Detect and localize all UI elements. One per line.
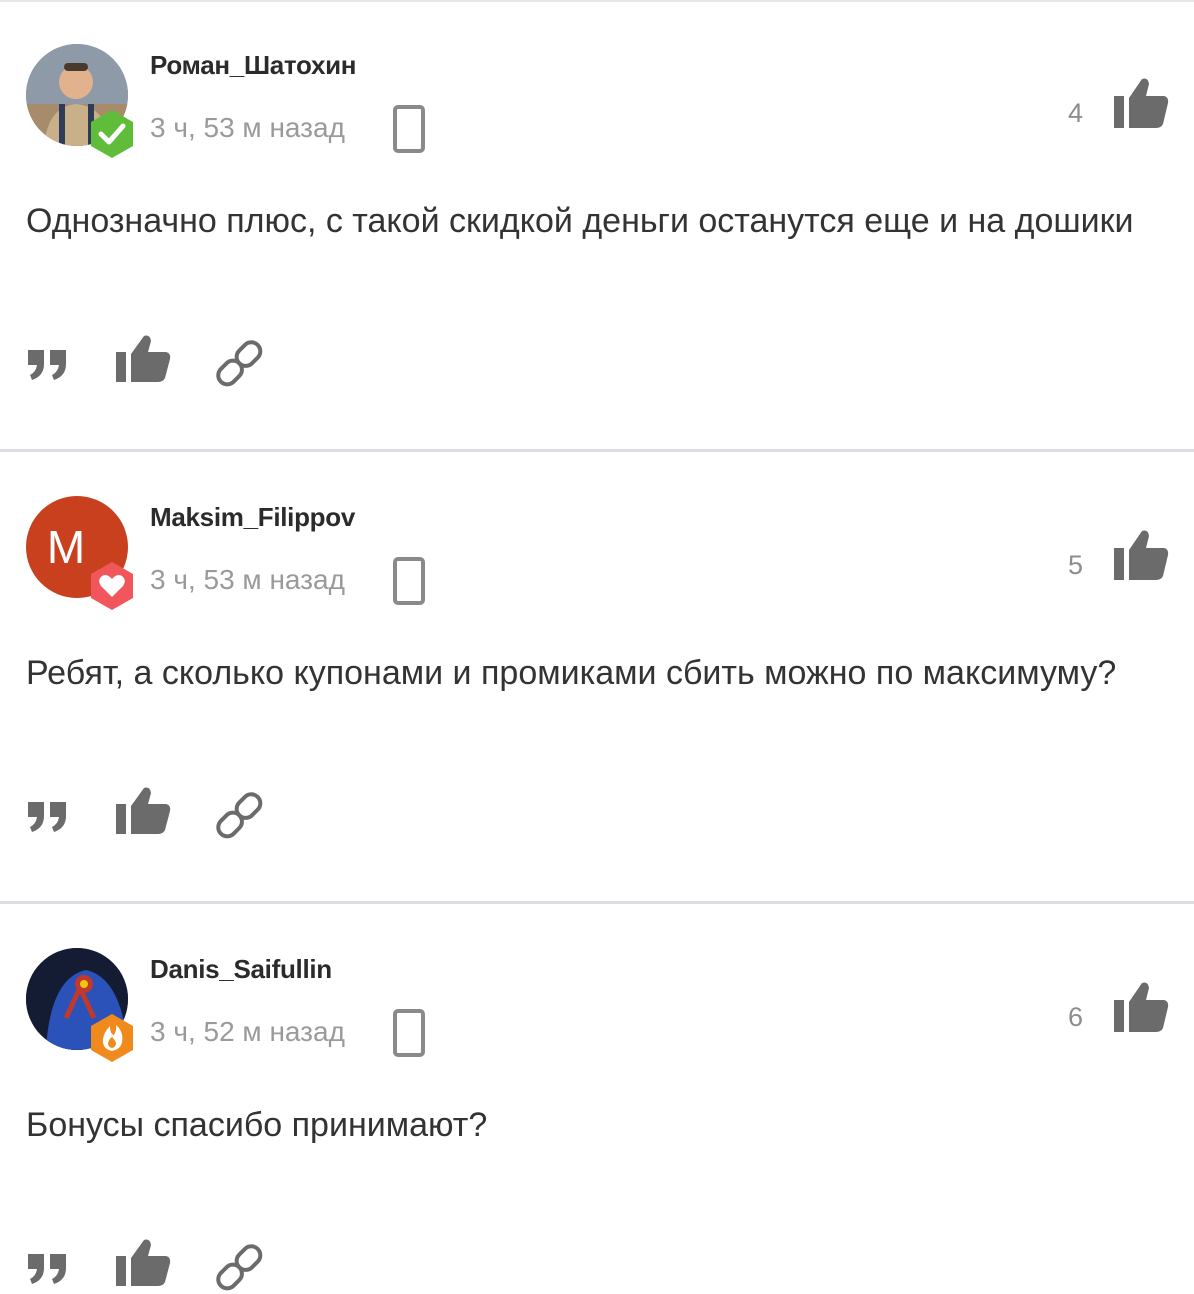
thumbs-up-icon[interactable]	[1112, 980, 1170, 1034]
comment-divider	[0, 901, 1194, 904]
comment-actions	[26, 1234, 326, 1294]
comment-actions	[26, 782, 326, 842]
thumbs-up-icon[interactable]	[1112, 528, 1170, 582]
fire-badge-icon	[91, 1014, 133, 1062]
comment-text: Однозначно плюс, с такой скидкой деньги …	[26, 202, 1134, 240]
comment-time: 3 ч, 52 м назад	[150, 1016, 345, 1047]
comment-time: 3 ч, 53 м назад	[150, 564, 345, 595]
author-name[interactable]: Роман_Шатохин	[150, 50, 357, 81]
mobile-device-icon	[393, 557, 425, 605]
thumbs-up-icon[interactable]	[1112, 76, 1170, 130]
heart-badge-icon	[91, 562, 133, 610]
mobile-device-icon	[393, 1009, 425, 1057]
quote-icon[interactable]	[26, 348, 70, 382]
top-divider	[0, 0, 1194, 2]
like-count: 4	[1068, 98, 1084, 128]
thumbs-up-icon[interactable]	[114, 334, 172, 384]
link-icon[interactable]	[216, 792, 264, 840]
like-count: 5	[1068, 550, 1084, 580]
link-icon[interactable]	[216, 340, 264, 388]
link-icon[interactable]	[216, 1244, 264, 1292]
mobile-device-icon	[393, 105, 425, 153]
thumbs-up-icon[interactable]	[114, 1238, 172, 1288]
comment-text: Бонусы спасибо принимают?	[26, 1106, 488, 1144]
comment-time: 3 ч, 53 м назад	[150, 112, 345, 143]
check-badge-icon	[91, 110, 133, 158]
comment-actions	[26, 330, 326, 390]
avatar-letter: M	[46, 521, 86, 573]
author-name[interactable]: Maksim_Filippov	[150, 502, 355, 533]
author-name[interactable]: Danis_Saifullin	[150, 954, 332, 985]
quote-icon[interactable]	[26, 800, 70, 834]
comment-text: Ребят, а сколько купонами и промиками сб…	[26, 654, 1117, 692]
comment-divider	[0, 449, 1194, 452]
quote-icon[interactable]	[26, 1252, 70, 1286]
like-count: 6	[1068, 1002, 1084, 1032]
thumbs-up-icon[interactable]	[114, 786, 172, 836]
